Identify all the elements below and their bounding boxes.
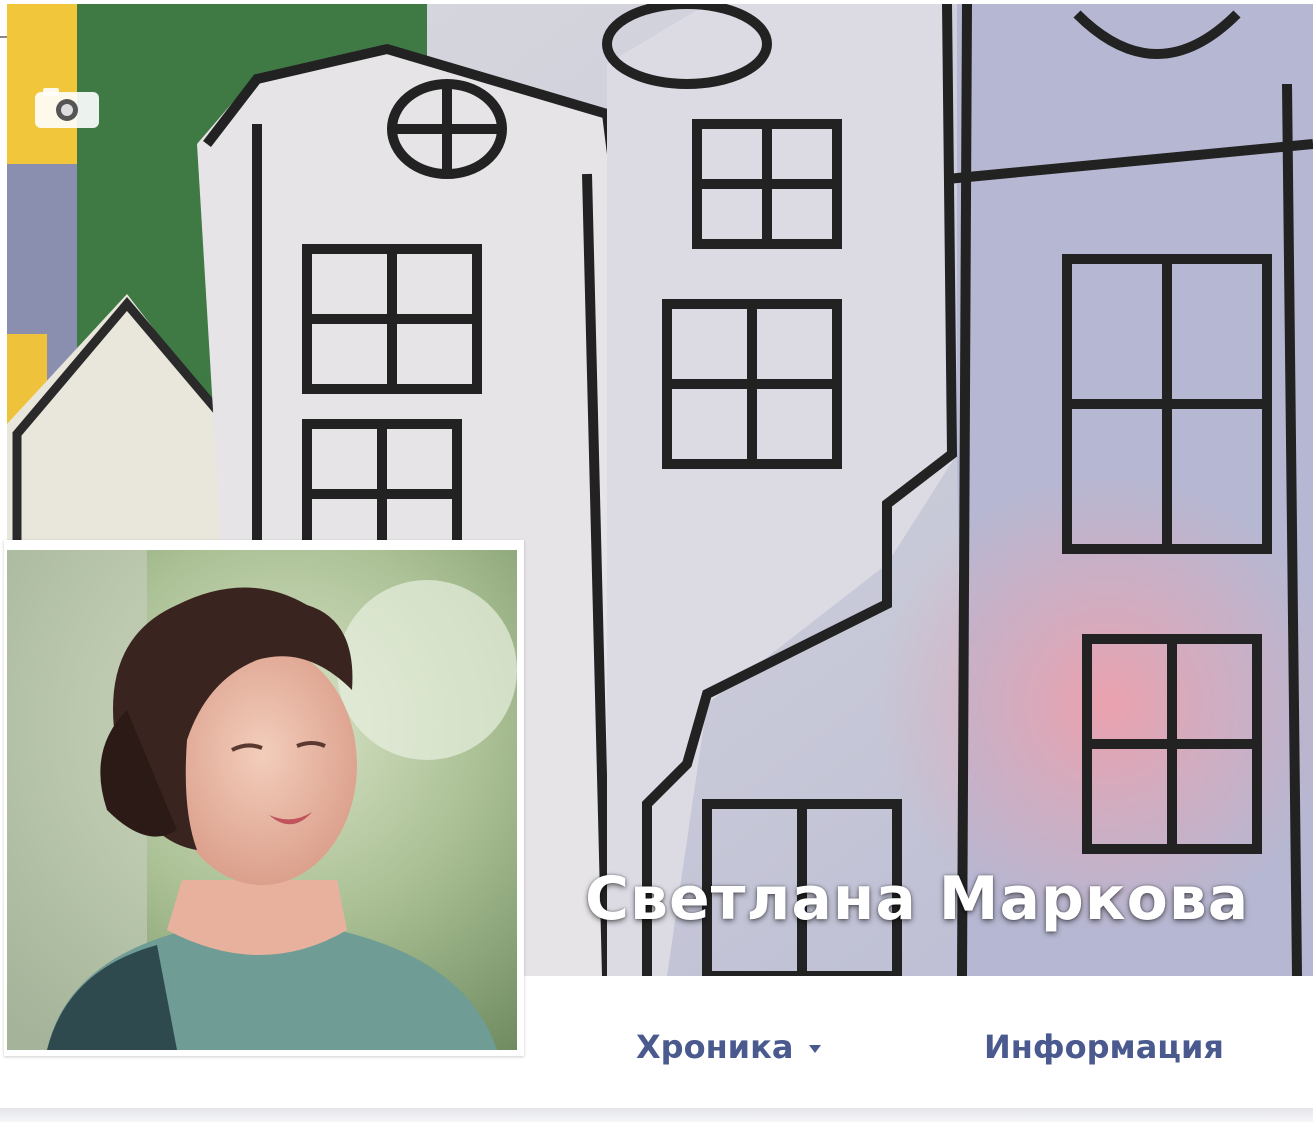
divider xyxy=(0,1108,1313,1122)
divider xyxy=(0,36,7,38)
tab-info[interactable]: Информация xyxy=(984,1028,1224,1066)
tab-timeline[interactable]: Хроника xyxy=(636,1028,822,1066)
camera-icon xyxy=(35,88,99,128)
tab-info-label: Информация xyxy=(984,1028,1224,1066)
profile-nav-bar: Хроника Информация xyxy=(528,976,1313,1110)
tab-timeline-label: Хроника xyxy=(636,1028,794,1066)
change-cover-button[interactable] xyxy=(33,88,103,132)
profile-picture[interactable] xyxy=(4,540,524,1056)
caret-down-icon[interactable] xyxy=(809,1045,822,1053)
avatar xyxy=(7,550,517,1050)
profile-page: Светлана Маркова Хроника Информация xyxy=(0,0,1313,1122)
profile-name[interactable]: Светлана Маркова xyxy=(585,864,1249,934)
